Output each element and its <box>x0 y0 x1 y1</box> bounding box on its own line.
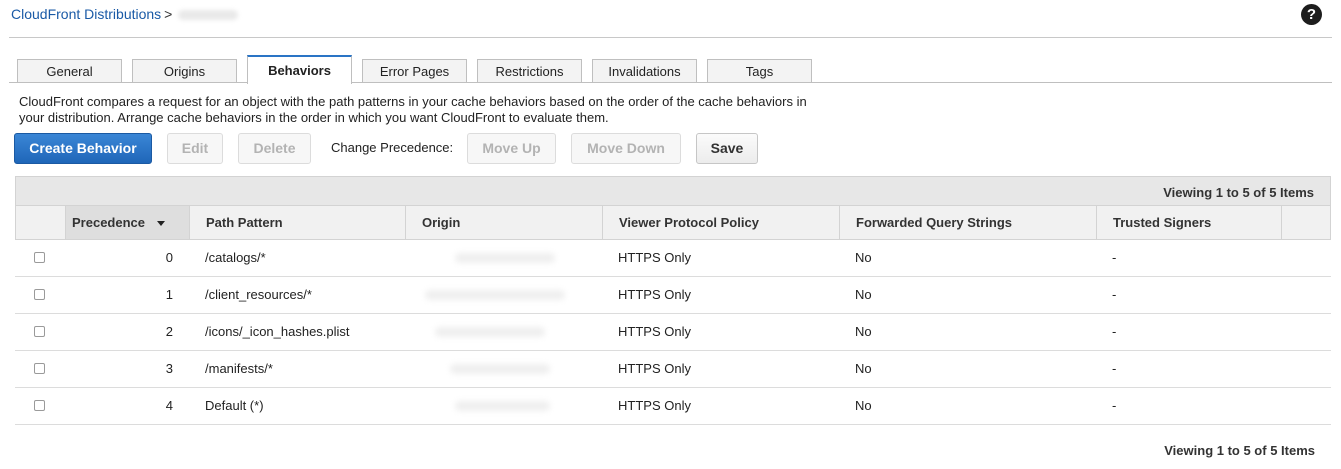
row-trusted-signers: - <box>1112 361 1117 376</box>
row-trusted-signers: - <box>1112 324 1117 339</box>
tab-restrictions[interactable]: Restrictions <box>477 59 582 83</box>
row-precedence: 2 <box>165 324 173 339</box>
row-forwarded-query-strings: No <box>855 324 872 339</box>
row-path-pattern: /icons/_icon_hashes.plist <box>205 324 350 339</box>
table-header: Precedence Path Pattern Origin Viewer Pr… <box>15 206 1331 240</box>
header-path-pattern[interactable]: Path Pattern <box>190 206 406 239</box>
header-spacer <box>1282 206 1330 239</box>
tabs-divider <box>9 82 1332 83</box>
row-viewer-protocol-policy: HTTPS Only <box>618 324 691 339</box>
row-forwarded-query-strings: No <box>855 287 872 302</box>
row-checkbox[interactable] <box>34 289 45 300</box>
row-path-pattern: /client_resources/* <box>205 287 312 302</box>
header-precedence-label: Precedence <box>72 215 145 230</box>
tab-tags[interactable]: Tags <box>707 59 812 83</box>
row-checkbox[interactable] <box>34 252 45 263</box>
redacted-distribution-id <box>178 10 239 21</box>
behaviors-description: CloudFront compares a request for an obj… <box>19 94 807 125</box>
row-trusted-signers: - <box>1112 287 1117 302</box>
table-row[interactable]: 3 /manifests/* HTTPS Only No - <box>15 351 1331 388</box>
tab-origins[interactable]: Origins <box>132 59 237 83</box>
redacted-origin <box>455 401 550 411</box>
header-origin[interactable]: Origin <box>406 206 603 239</box>
tab-error-pages[interactable]: Error Pages <box>362 59 467 83</box>
table-row[interactable]: 1 /client_resources/* HTTPS Only No - <box>15 277 1331 314</box>
row-forwarded-query-strings: No <box>855 361 872 376</box>
row-forwarded-query-strings: No <box>855 398 872 413</box>
row-viewer-protocol-policy: HTTPS Only <box>618 287 691 302</box>
row-checkbox[interactable] <box>34 400 45 411</box>
row-viewer-protocol-policy: HTTPS Only <box>618 398 691 413</box>
row-checkbox[interactable] <box>34 363 45 374</box>
redacted-origin <box>450 364 550 374</box>
table-row[interactable]: 2 /icons/_icon_hashes.plist HTTPS Only N… <box>15 314 1331 351</box>
row-precedence: 3 <box>165 361 173 376</box>
create-behavior-button[interactable]: Create Behavior <box>14 133 152 164</box>
row-viewer-protocol-policy: HTTPS Only <box>618 361 691 376</box>
header-divider <box>9 37 1332 38</box>
cloudfront-behaviors-page: CloudFront Distributions > ? General Orig… <box>0 0 1341 469</box>
header-precedence[interactable]: Precedence <box>66 206 190 239</box>
table-pager-bar: Viewing 1 to 5 of 5 Items <box>15 176 1331 206</box>
tab-general[interactable]: General <box>17 59 122 83</box>
redacted-origin <box>425 290 565 300</box>
move-down-button[interactable]: Move Down <box>571 133 681 164</box>
table-row[interactable]: 4 Default (*) HTTPS Only No - <box>15 388 1331 425</box>
breadcrumb: CloudFront Distributions > <box>11 6 239 22</box>
row-trusted-signers: - <box>1112 250 1117 265</box>
row-viewer-protocol-policy: HTTPS Only <box>618 250 691 265</box>
help-icon[interactable]: ? <box>1301 4 1322 25</box>
redacted-origin <box>455 253 555 263</box>
row-path-pattern: /manifests/* <box>205 361 273 376</box>
row-precedence: 0 <box>165 250 173 265</box>
save-button[interactable]: Save <box>696 133 758 164</box>
breadcrumb-separator: > <box>164 6 173 22</box>
row-precedence: 4 <box>165 398 173 413</box>
viewing-count-top: Viewing 1 to 5 of 5 Items <box>1163 185 1314 200</box>
row-forwarded-query-strings: No <box>855 250 872 265</box>
row-checkbox[interactable] <box>34 326 45 337</box>
tab-invalidations[interactable]: Invalidations <box>592 59 697 83</box>
header-select-column <box>16 206 66 239</box>
sort-descending-icon <box>157 221 165 227</box>
breadcrumb-link-distributions[interactable]: CloudFront Distributions <box>11 6 161 22</box>
delete-button[interactable]: Delete <box>238 133 311 164</box>
row-precedence: 1 <box>165 287 173 302</box>
row-path-pattern: /catalogs/* <box>205 250 266 265</box>
header-trusted-signers[interactable]: Trusted Signers <box>1097 206 1282 239</box>
move-up-button[interactable]: Move Up <box>467 133 556 164</box>
tab-behaviors[interactable]: Behaviors <box>247 55 352 84</box>
change-precedence-label: Change Precedence: <box>331 140 454 155</box>
header-forwarded-query-strings[interactable]: Forwarded Query Strings <box>840 206 1097 239</box>
viewing-count-bottom: Viewing 1 to 5 of 5 Items <box>1164 443 1315 458</box>
row-trusted-signers: - <box>1112 398 1117 413</box>
table-row[interactable]: 0 /catalogs/* HTTPS Only No - <box>15 240 1331 277</box>
redacted-origin <box>435 327 545 337</box>
edit-button[interactable]: Edit <box>167 133 223 164</box>
row-path-pattern: Default (*) <box>205 398 264 413</box>
header-viewer-protocol-policy[interactable]: Viewer Protocol Policy <box>603 206 840 239</box>
behaviors-table: Viewing 1 to 5 of 5 Items Precedence Pat… <box>15 176 1331 425</box>
